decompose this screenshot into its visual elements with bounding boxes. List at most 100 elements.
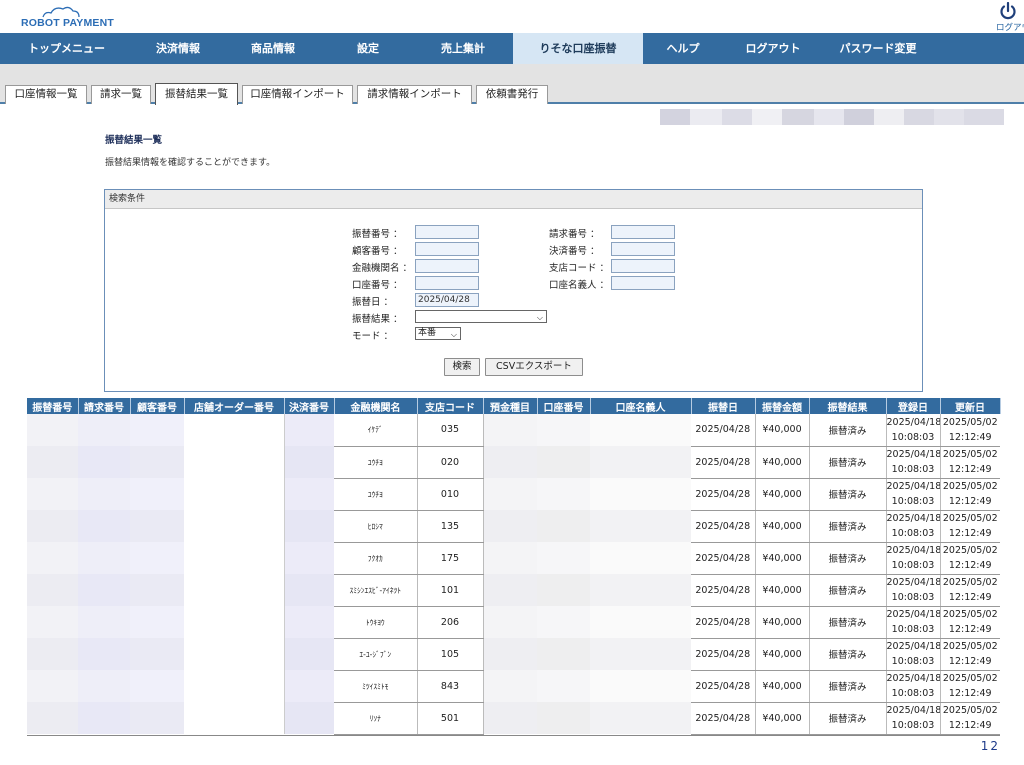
nav-item-help[interactable]: ヘルプ — [643, 33, 723, 64]
tab-account-import[interactable]: 口座情報インポート — [242, 85, 353, 104]
billing-no-cell — [78, 638, 130, 670]
column-header[interactable]: 金融機関名 — [334, 398, 418, 414]
nav-item-settings[interactable]: 設定 — [323, 33, 413, 64]
updated-date-cell: 2025/05/02 12:12:49 — [940, 670, 1000, 703]
customer-no-input[interactable] — [415, 242, 479, 256]
billing-no-cell — [78, 670, 130, 702]
mode-value: 本番 — [418, 328, 437, 338]
updated-date: 2025/05/02 — [942, 609, 998, 620]
search-button[interactable]: 検索 — [444, 358, 480, 376]
column-header[interactable]: 振替日 — [691, 398, 756, 414]
transfer-date-cell: 2025/04/28 — [691, 574, 756, 607]
updated-date: 2025/05/02 — [942, 577, 998, 588]
store-order-no-cell — [184, 606, 285, 638]
transfer-no-cell — [27, 478, 78, 510]
transfer-date-input[interactable]: 2025/04/28 — [415, 293, 479, 307]
table-row[interactable]: ｴ-ﾕ-ｼﾞﾌﾞﾝ 105 2025/04/28 ¥40,000 振替済み 2025/04… — [27, 638, 1000, 671]
account-holder-cell — [590, 510, 691, 542]
table-row[interactable]: ｽﾐｼﾝｴｽﾋﾞ-ｱｲﾈﾂﾄ 101 2025/04/28 ¥40,000 振替済み 20… — [27, 574, 1000, 607]
updated-date-cell: 2025/05/02 12:12:49 — [940, 542, 1000, 575]
tab-billing-list[interactable]: 請求一覧 — [91, 85, 151, 104]
registered-date-cell: 2025/04/18 10:08:03 — [886, 478, 941, 511]
column-header[interactable]: 振替金額 — [755, 398, 810, 414]
bank-name-cell: ﾕｳﾁﾖ — [334, 446, 418, 479]
table-row[interactable]: ﾕｳﾁﾖ 010 2025/04/28 ¥40,000 振替済み 2025/04/18 10… — [27, 478, 1000, 511]
nav-item-password-change[interactable]: パスワード変更 — [823, 33, 933, 64]
account-no-cell — [537, 446, 590, 478]
nav-item-product-info[interactable]: 商品情報 — [223, 33, 323, 64]
nav-item-resona-transfer[interactable]: りそな口座振替 — [513, 33, 643, 64]
transfer-result-cell: 振替済み — [809, 702, 887, 735]
payment-no-cell — [284, 478, 334, 510]
payment-no-input[interactable] — [611, 242, 675, 256]
account-holder-input[interactable] — [611, 276, 675, 290]
registered-time: 10:08:03 — [891, 560, 935, 571]
column-header[interactable]: 振替番号 — [27, 398, 79, 414]
transfer-result-cell: 振替済み — [809, 446, 887, 479]
table-row[interactable]: ﾕｳﾁﾖ 020 2025/04/28 ¥40,000 振替済み 2025/04/18 10… — [27, 446, 1000, 479]
store-order-no-cell — [184, 510, 285, 542]
column-header[interactable]: 登録日 — [886, 398, 941, 414]
nav-item-sales-summary[interactable]: 売上集計 — [413, 33, 513, 64]
store-order-no-cell — [184, 478, 285, 510]
page-link-1[interactable]: 1 — [981, 739, 989, 753]
payment-no-cell — [284, 542, 334, 574]
page-link-2[interactable]: 2 — [990, 739, 998, 753]
account-no-cell — [537, 702, 590, 734]
column-header[interactable]: 決済番号 — [284, 398, 335, 414]
account-no-input[interactable] — [415, 276, 479, 290]
updated-date-cell: 2025/05/02 12:12:49 — [940, 414, 1000, 447]
robot-payment-logo[interactable]: ROBOT PAYMENT — [21, 6, 115, 30]
column-header[interactable]: 請求番号 — [78, 398, 131, 414]
column-header[interactable]: 顧客番号 — [130, 398, 185, 414]
table-row[interactable]: ﾐﾂｲｽﾐﾄﾓ 843 2025/04/28 ¥40,000 振替済み 2025/04/1… — [27, 670, 1000, 703]
branch-code-input[interactable] — [611, 259, 675, 273]
registered-date-cell: 2025/04/18 10:08:03 — [886, 670, 941, 703]
column-header[interactable]: 口座名義人 — [590, 398, 692, 414]
account-holder-cell — [590, 414, 691, 446]
table-row[interactable]: ﾄｳｷﾖｳ 206 2025/04/28 ¥40,000 振替済み 2025/04/18 1… — [27, 606, 1000, 639]
table-row[interactable]: ｲｹﾃﾞ 035 2025/04/28 ¥40,000 振替済み 2025/04/18 10… — [27, 414, 1000, 447]
transfer-date-cell: 2025/04/28 — [691, 478, 756, 511]
registered-time: 10:08:03 — [891, 688, 935, 699]
logo-text: ROBOT PAYMENT — [21, 17, 115, 29]
deposit-type-cell — [483, 638, 537, 670]
column-header[interactable]: 更新日 — [940, 398, 1001, 414]
nav-item-payment-info[interactable]: 決済情報 — [133, 33, 223, 64]
table-row[interactable]: ﾋﾛｼﾏ 135 2025/04/28 ¥40,000 振替済み 2025/04/18 10… — [27, 510, 1000, 543]
transfer-result-cell: 振替済み — [809, 510, 887, 543]
registered-date: 2025/04/18 — [886, 577, 940, 588]
column-header[interactable]: 振替結果 — [809, 398, 887, 414]
deposit-type-cell — [483, 574, 537, 606]
transfer-no-label: 振替番号 ： — [352, 229, 403, 240]
tab-account-list[interactable]: 口座情報一覧 — [5, 85, 87, 104]
table-row[interactable]: ﾌｸｵｶ 175 2025/04/28 ¥40,000 振替済み 2025/04/18 10… — [27, 542, 1000, 575]
transfer-no-input[interactable] — [415, 225, 479, 239]
branch-code-cell: 175 — [417, 542, 484, 575]
transfer-date-cell: 2025/04/28 — [691, 542, 756, 575]
bank-name-input[interactable] — [415, 259, 479, 273]
updated-date-cell: 2025/05/02 12:12:49 — [940, 478, 1000, 511]
store-order-no-cell — [184, 670, 285, 702]
branch-code-cell: 101 — [417, 574, 484, 607]
billing-no-cell — [78, 702, 130, 734]
table-row[interactable]: ﾘｿﾅ 501 2025/04/28 ¥40,000 振替済み 2025/04/18 10:… — [27, 702, 1000, 735]
mode-select[interactable]: 本番 ⌵ — [415, 327, 461, 340]
nav-item-logout[interactable]: ログアウト — [723, 33, 823, 64]
transfer-date-cell: 2025/04/28 — [691, 702, 756, 735]
column-header[interactable]: 預金種目 — [483, 398, 538, 414]
column-header[interactable]: 支店コード — [417, 398, 484, 414]
column-header[interactable]: 口座番号 — [537, 398, 591, 414]
customer-no-cell — [130, 670, 184, 702]
csv-export-button[interactable]: CSVエクスポート — [485, 358, 583, 376]
billing-no-input[interactable] — [611, 225, 675, 239]
column-header[interactable]: 店舗オーダー番号 — [184, 398, 285, 414]
transfer-result-select[interactable]: ⌵ — [415, 310, 547, 323]
tab-request-form[interactable]: 依頼書発行 — [476, 85, 548, 104]
transfer-results-table: 振替番号 請求番号 顧客番号 店舗オーダー番号 決済番号 金融機関名 支店コード 預金種目 口座… — [27, 398, 1001, 735]
tab-billing-import[interactable]: 請求情報インポート — [357, 85, 472, 104]
logout-power-button[interactable]: ログアウト — [984, 2, 1024, 33]
account-no-cell — [537, 606, 590, 638]
nav-item-top-menu[interactable]: トップメニュー — [0, 33, 133, 64]
tab-transfer-results[interactable]: 振替結果一覧 — [155, 83, 238, 105]
